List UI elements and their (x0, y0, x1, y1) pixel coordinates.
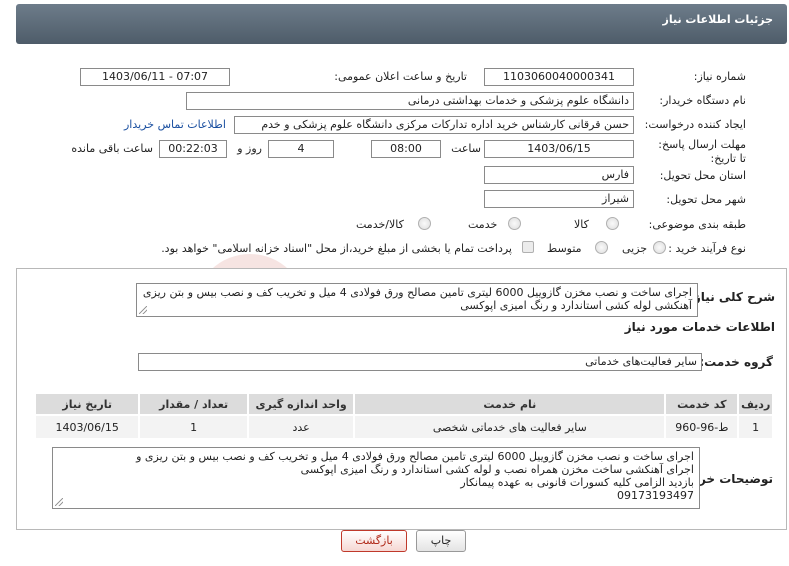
deadline-time-field[interactable]: 08:00 (371, 140, 441, 158)
time-remaining-label: ساعت باقی مانده (71, 142, 153, 155)
deadline-time-label: ساعت (451, 142, 481, 155)
cell-quantity: 1 (138, 414, 249, 440)
need-number-label: شماره نیاز: (693, 70, 746, 83)
treasury-payment-note: پرداخت تمام یا بخشی از مبلغ خرید،از محل … (161, 242, 512, 255)
category-option-goods-service: کالا/خدمت (356, 218, 404, 231)
cell-unit: عدد (246, 414, 356, 440)
service-group-field[interactable]: سایر فعالیت‌های خدماتی (138, 353, 702, 371)
services-section-title: اطلاعات خدمات مورد نیاز (624, 320, 775, 334)
announce-date-label: تاریخ و ساعت اعلان عمومی: (334, 70, 467, 83)
city-label: شهر محل تحویل: (666, 193, 746, 206)
col-need-date: تاریخ نیاز (33, 392, 141, 416)
category-radio-goods[interactable] (606, 217, 619, 230)
table-row: 1 ط-96-960 سایر فعالیت های خدماتی شخصی ع… (33, 414, 774, 440)
summary-text: اجرای ساخت و نصب مخزن گازوییل 6000 لیتری… (142, 286, 692, 312)
process-radio-minor[interactable] (653, 241, 666, 254)
summary-textarea[interactable]: اجرای ساخت و نصب مخزن گازوییل 6000 لیتری… (136, 283, 698, 317)
deadline-date-field[interactable]: 1403/06/15 (484, 140, 634, 158)
category-option-goods: کالا (574, 218, 589, 231)
cell-row-number: 1 (737, 414, 774, 440)
category-label: طبقه بندی موضوعی: (648, 218, 746, 231)
back-button[interactable]: بازگشت (341, 530, 407, 552)
treasury-payment-checkbox[interactable] (522, 241, 534, 253)
process-option-medium: متوسط (547, 242, 582, 255)
buyer-notes-line: اجرای ساخت و نصب مخزن گازوییل 6000 لیتری… (136, 450, 694, 463)
announce-date-field[interactable]: 1403/06/11 - 07:07 (80, 68, 230, 86)
buyer-org-label: نام دستگاه خریدار: (659, 94, 746, 107)
table-header-row: ردیف کد خدمت نام خدمت واحد اندازه گیری ت… (33, 392, 774, 416)
creator-label: ایجاد کننده درخواست: (644, 118, 746, 131)
resize-grip-icon[interactable] (139, 306, 147, 314)
days-label: روز و (237, 142, 262, 155)
buyer-notes-textarea[interactable]: اجرای ساخت و نصب مخزن گازوییل 6000 لیتری… (52, 447, 700, 509)
col-service-name: نام خدمت (353, 392, 667, 416)
need-number-field[interactable]: 1103060040000341 (484, 68, 634, 86)
col-row-number: ردیف (737, 392, 774, 416)
buyer-notes-line: 09173193497 (617, 489, 694, 502)
process-radio-medium[interactable] (595, 241, 608, 254)
buyer-contact-link[interactable]: اطلاعات تماس خریدار (124, 118, 226, 131)
creator-field[interactable]: حسن قرقانی کارشناس خرید اداره تدارکات مر… (234, 116, 634, 134)
buyer-notes-line: اجرای آهنکشی ساخت مخزن همراه نصب و لوله … (300, 463, 694, 476)
services-table: ردیف کد خدمت نام خدمت واحد اندازه گیری ت… (33, 392, 774, 440)
buyer-org-field[interactable]: دانشگاه علوم پزشکی و خدمات بهداشتی درمان… (186, 92, 634, 110)
province-label: استان محل تحویل: (659, 169, 746, 182)
buyer-notes-line: بازدید الزامی کلیه کسورات قانونی به عهده… (460, 476, 694, 489)
category-radio-service[interactable] (508, 217, 521, 230)
process-type-label: نوع فرآیند خرید : (668, 242, 746, 255)
process-option-minor: جزیی (622, 242, 648, 255)
cell-service-code: ط-96-960 (664, 414, 740, 440)
province-field[interactable]: فارس (484, 166, 634, 184)
col-service-code: کد خدمت (664, 392, 740, 416)
category-option-service: خدمت (468, 218, 498, 231)
cell-need-date: 1403/06/15 (33, 414, 141, 440)
page-title: جزئیات اطلاعات نیاز (662, 13, 774, 26)
resize-grip-icon[interactable] (55, 498, 63, 506)
deadline-label: مهلت ارسال پاسخ: تا تاریخ: (658, 138, 746, 165)
city-field[interactable]: شیراز (484, 190, 634, 208)
days-remaining-field[interactable]: 4 (268, 140, 334, 158)
time-remaining-field[interactable]: 00:22:03 (159, 140, 227, 158)
col-unit: واحد اندازه گیری (246, 392, 356, 416)
cell-service-name: سایر فعالیت های خدماتی شخصی (353, 414, 667, 440)
col-quantity: تعداد / مقدار (138, 392, 249, 416)
service-group-label: گروه خدمت: (699, 355, 773, 369)
summary-label: شرح کلی نیاز: (689, 290, 775, 304)
print-button[interactable]: چاپ (416, 530, 466, 552)
category-radio-goods-service[interactable] (418, 217, 431, 230)
